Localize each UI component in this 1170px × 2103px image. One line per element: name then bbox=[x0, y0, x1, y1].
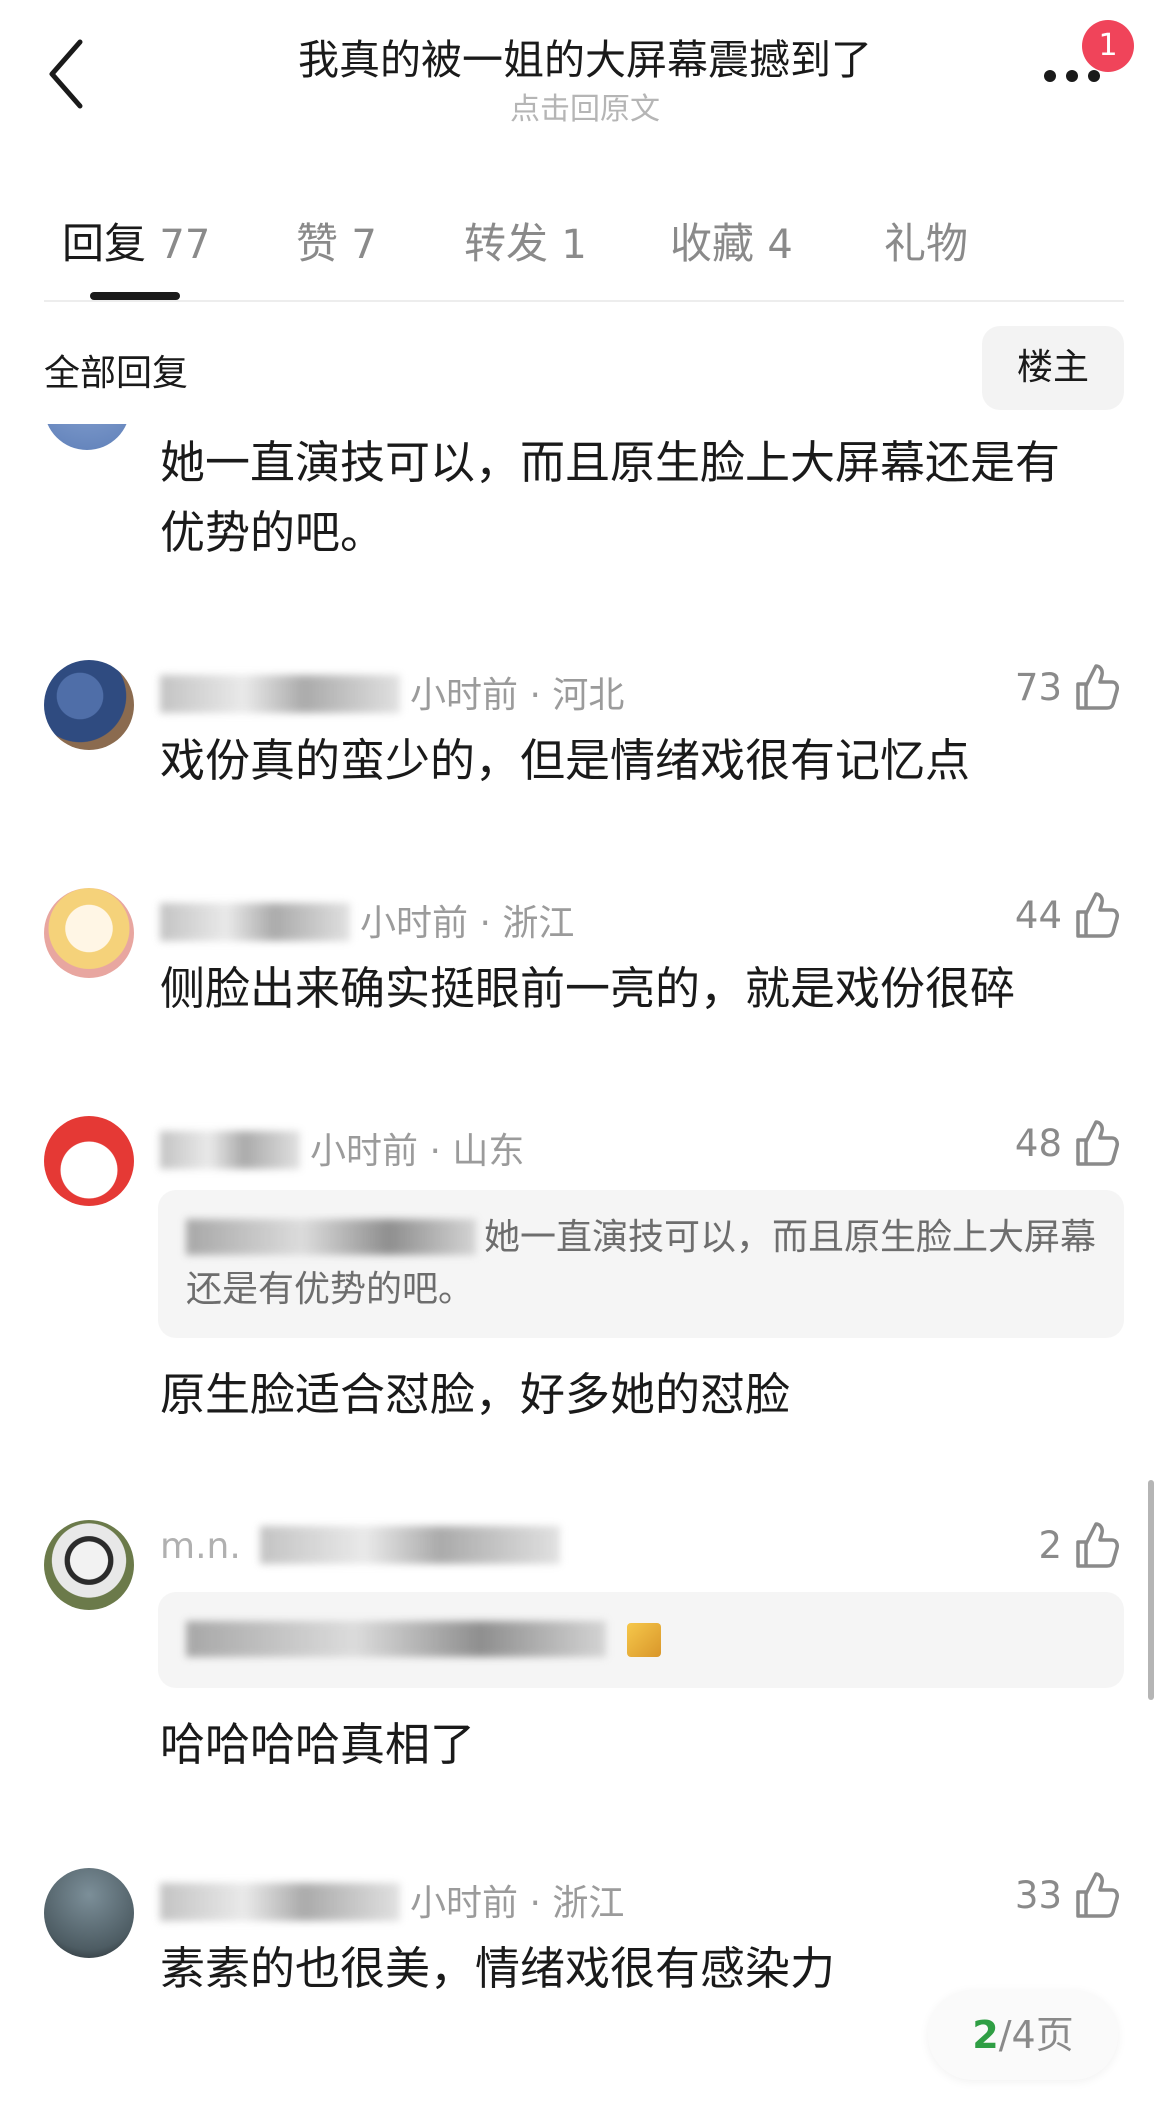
quoted-reply[interactable]: 她一直演技可以，而且原生脸上大屏幕还是有优势的吧。 bbox=[158, 1190, 1124, 1338]
like-count: 44 bbox=[1014, 893, 1062, 937]
blurred-quote-text bbox=[186, 1621, 606, 1657]
tab-label: 赞 bbox=[296, 219, 339, 268]
like-count: 73 bbox=[1014, 665, 1062, 709]
comment-meta: m.n. bbox=[160, 1526, 570, 1567]
scrollbar[interactable] bbox=[1148, 1480, 1154, 1700]
comment-text: 哈哈哈哈真相了 bbox=[160, 1718, 476, 1771]
blurred-username bbox=[160, 1883, 400, 1921]
blurred-username bbox=[160, 675, 400, 713]
like-button[interactable]: 2 bbox=[1038, 1520, 1120, 1570]
comment-time-location: 小时前 · 浙江 bbox=[410, 1883, 625, 1924]
avatar[interactable] bbox=[44, 888, 134, 978]
blurred-badge bbox=[260, 1526, 561, 1564]
comment-meta: 小时前 · 河北 bbox=[160, 666, 624, 718]
like-button[interactable]: 73 bbox=[1015, 662, 1120, 712]
comment-time-location: 小时前 · 河北 bbox=[410, 675, 625, 716]
tab-label: 礼物 bbox=[884, 219, 969, 268]
avatar[interactable] bbox=[44, 1520, 134, 1610]
tab-reposts[interactable]: 转发 1 bbox=[464, 210, 587, 271]
notification-badge: 1 bbox=[1082, 20, 1134, 72]
comment-username: m.n. bbox=[160, 1526, 241, 1567]
thumbs-up-icon bbox=[1076, 664, 1119, 710]
comment-meta: 小时前 · 浙江 bbox=[160, 1874, 624, 1926]
comment-text: 侧脸出来确实挺眼前一亮的，就是戏份很碎 bbox=[160, 962, 1016, 1015]
blurred-username bbox=[186, 1219, 476, 1255]
thumbs-up-icon bbox=[1076, 1872, 1119, 1918]
tab-bar: 回复 77 赞 7 转发 1 收藏 4 礼物 bbox=[0, 200, 1170, 300]
comment-time-location: 小时前 · 浙江 bbox=[360, 903, 575, 944]
tab-label: 转发 bbox=[464, 219, 549, 268]
tab-label: 收藏 bbox=[670, 219, 755, 268]
all-replies-label: 全部回复 bbox=[44, 353, 189, 394]
comment-text: 原生脸适合怼脸，好多她的怼脸 bbox=[160, 1368, 791, 1421]
emoji-icon bbox=[627, 1623, 662, 1657]
total-pages: /4页 bbox=[998, 2013, 1074, 2057]
avatar[interactable] bbox=[44, 1116, 134, 1206]
page-title: 我真的被一姐的大屏幕震撼到了 bbox=[298, 36, 872, 84]
divider bbox=[44, 300, 1124, 302]
avatar[interactable] bbox=[44, 1868, 134, 1958]
tab-count: 7 bbox=[351, 222, 377, 268]
tab-replies[interactable]: 回复 77 bbox=[62, 210, 210, 271]
like-button[interactable]: 48 bbox=[1015, 1118, 1120, 1168]
page-indicator[interactable]: 2/4页 bbox=[928, 1990, 1118, 2080]
comment-time-location: 小时前 · 山东 bbox=[310, 1131, 525, 1172]
tab-favorites[interactable]: 收藏 4 bbox=[670, 210, 793, 271]
active-tab-indicator bbox=[90, 292, 180, 300]
tab-gifts[interactable]: 礼物 bbox=[884, 210, 968, 271]
thumbs-up-icon bbox=[1076, 1522, 1119, 1568]
thumbs-up-icon bbox=[1076, 1120, 1119, 1166]
comment-meta: 小时前 · 浙江 bbox=[160, 894, 574, 946]
blurred-username bbox=[160, 903, 350, 941]
back-to-original-link[interactable]: 点击回原文 bbox=[0, 84, 1170, 128]
comment-meta: 小时前 · 山东 bbox=[160, 1122, 524, 1174]
avatar[interactable] bbox=[44, 660, 134, 750]
like-button[interactable]: 44 bbox=[1015, 890, 1120, 940]
tab-count: 4 bbox=[767, 222, 793, 268]
quoted-reply[interactable] bbox=[158, 1592, 1124, 1688]
like-count: 33 bbox=[1014, 1873, 1062, 1917]
tab-count: 77 bbox=[159, 222, 211, 268]
tab-count: 1 bbox=[561, 222, 587, 268]
tab-label: 回复 bbox=[62, 219, 147, 268]
tab-likes[interactable]: 赞 7 bbox=[296, 210, 377, 271]
like-count: 2 bbox=[1038, 1523, 1062, 1567]
top-bar: 我真的被一姐的大屏幕震撼到了 点击回原文 1 bbox=[0, 0, 1170, 130]
comment-text: 她一直演技可以，而且原生脸上大屏幕还是有优势的吧。 bbox=[160, 436, 1061, 559]
thumbs-up-icon bbox=[1076, 892, 1119, 938]
comment-text: 戏份真的蛮少的，但是情绪戏很有记忆点 bbox=[160, 734, 971, 787]
blurred-username bbox=[160, 1131, 300, 1169]
owner-only-button[interactable]: 楼主 bbox=[982, 326, 1124, 410]
like-count: 48 bbox=[1014, 1121, 1062, 1165]
current-page: 2 bbox=[972, 2013, 999, 2057]
like-button[interactable]: 33 bbox=[1015, 1870, 1120, 1920]
